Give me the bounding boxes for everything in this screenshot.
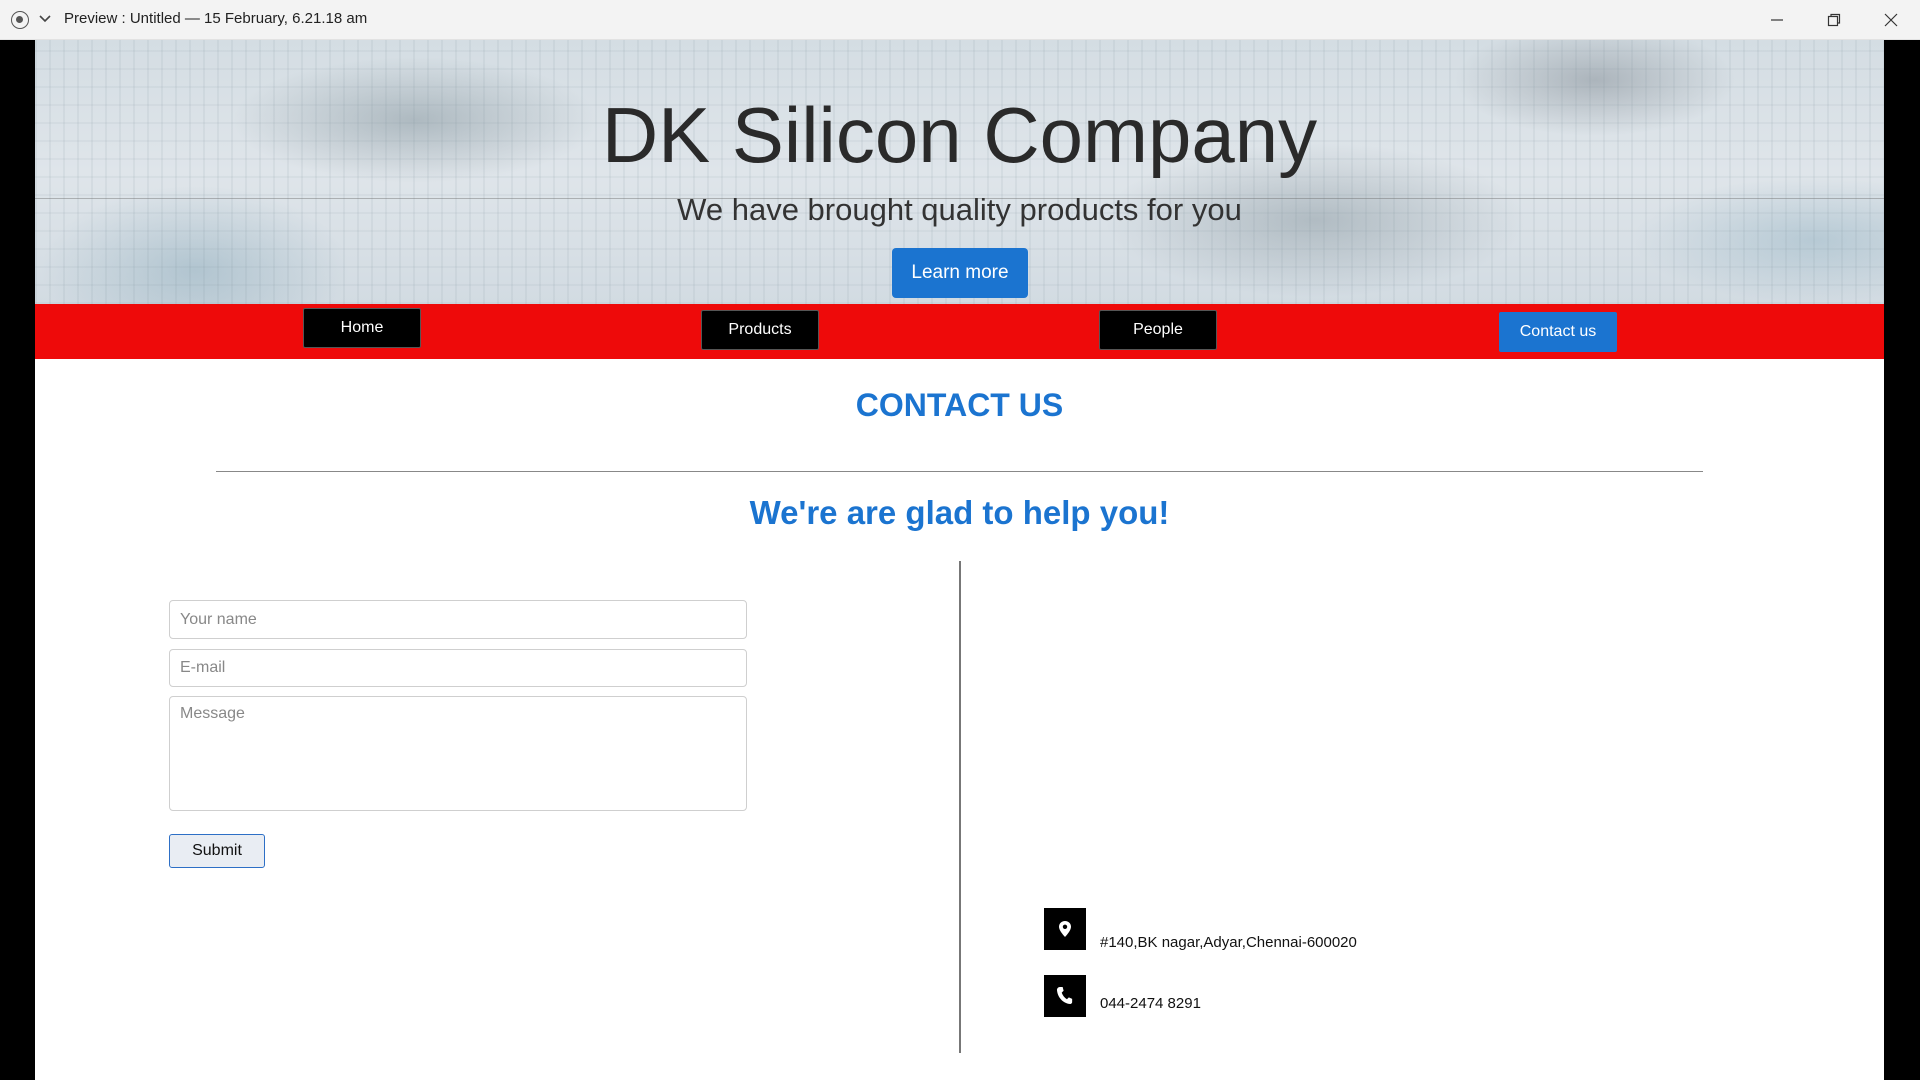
- section-divider: [216, 471, 1703, 472]
- chevron-down-icon[interactable]: [38, 12, 52, 26]
- minimize-button[interactable]: [1749, 0, 1805, 40]
- email-input[interactable]: [169, 649, 747, 687]
- learn-more-button[interactable]: Learn more: [892, 248, 1028, 298]
- address-text: #140,BK nagar,Adyar,Chennai-600020: [1100, 934, 1357, 951]
- name-input[interactable]: [169, 600, 747, 639]
- maximize-button[interactable]: [1806, 0, 1862, 40]
- vertical-divider: [959, 561, 961, 1053]
- hero-subtitle: We have brought quality products for you: [677, 192, 1242, 227]
- nav-contact-button[interactable]: Contact us: [1499, 312, 1617, 352]
- help-subheading: We're are glad to help you!: [749, 494, 1170, 531]
- contact-heading: CONTACT US: [855, 387, 1064, 423]
- web-page: DK Silicon Company We have brought quali…: [35, 40, 1884, 1080]
- minimize-icon: [1771, 19, 1783, 21]
- navbar: Home Products People Contact us: [35, 304, 1884, 359]
- window-title: Preview : Untitled — 15 February, 6.21.1…: [64, 10, 368, 27]
- maximize-icon: [1827, 13, 1841, 27]
- submit-button[interactable]: Submit: [169, 834, 265, 868]
- hero-banner: DK Silicon Company We have brought quali…: [35, 40, 1884, 304]
- nav-people-button[interactable]: People: [1099, 310, 1217, 350]
- close-button[interactable]: [1863, 0, 1919, 40]
- close-icon: [1884, 13, 1898, 27]
- phone-icon: [1044, 975, 1086, 1017]
- map-marker-icon: [1044, 908, 1086, 950]
- message-textarea[interactable]: [169, 696, 747, 811]
- nav-home-button[interactable]: Home: [303, 308, 421, 348]
- window-titlebar: Preview : Untitled — 15 February, 6.21.1…: [0, 0, 1920, 40]
- nav-products-button[interactable]: Products: [701, 310, 819, 350]
- company-title: DK Silicon Company: [601, 91, 1318, 179]
- app-icon[interactable]: [11, 11, 29, 29]
- phone-text: 044-2474 8291: [1100, 995, 1201, 1012]
